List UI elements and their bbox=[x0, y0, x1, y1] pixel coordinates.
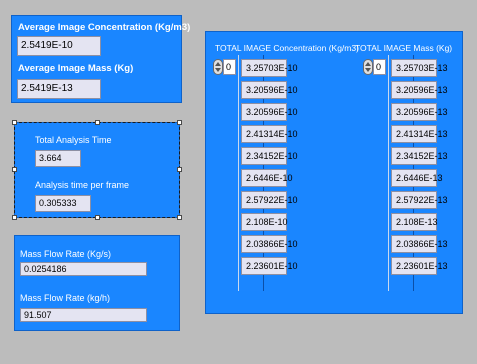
concentration-array-element[interactable]: 2.23601E-10 bbox=[241, 257, 298, 275]
avg-concentration-field[interactable]: 2.5419E-10 bbox=[17, 36, 101, 56]
flow-kgs-field[interactable]: 0.0254186 bbox=[20, 262, 147, 276]
selection-outline bbox=[14, 122, 180, 218]
concentration-array-element[interactable]: 3.25703E-10 bbox=[241, 59, 298, 77]
total-image-arrays-panel: TOTAL IMAGE Concentration (Kg/m3) TOTAL … bbox=[205, 31, 463, 314]
concentration-array-element[interactable]: 2.57922E-10 bbox=[241, 191, 298, 209]
resize-handle-bl[interactable] bbox=[12, 215, 17, 220]
mass-array-element[interactable]: 2.23601E-13 bbox=[391, 257, 448, 275]
mass-array-label: TOTAL IMAGE Mass (Kg) bbox=[355, 43, 453, 53]
mass-index-spinner[interactable] bbox=[363, 59, 373, 75]
resize-handle-bm[interactable] bbox=[95, 215, 100, 220]
resize-handle-tl[interactable] bbox=[12, 120, 17, 125]
mass-array-element[interactable]: 2.03866E-13 bbox=[391, 235, 448, 253]
concentration-array-element[interactable]: 3.20596E-10 bbox=[241, 81, 298, 99]
mass-array-element[interactable]: 3.20596E-13 bbox=[391, 103, 448, 121]
avg-mass-label: Average Image Mass (Kg) bbox=[18, 63, 134, 74]
concentration-index-field[interactable]: 0 bbox=[223, 59, 236, 75]
flow-kgs-label: Mass Flow Rate (Kg/s) bbox=[20, 249, 112, 259]
mass-array-element[interactable]: 2.6446E-13 bbox=[391, 169, 443, 187]
mass-array-element[interactable]: 3.25703E-13 bbox=[391, 59, 448, 77]
concentration-array-element[interactable]: 2.03866E-10 bbox=[241, 235, 298, 253]
average-results-panel: Average Image Concentration (Kg/m3) 2.54… bbox=[11, 15, 190, 103]
avg-mass-field[interactable]: 2.5419E-13 bbox=[17, 79, 101, 99]
concentration-array-label: TOTAL IMAGE Concentration (Kg/m3) bbox=[215, 43, 359, 53]
resize-handle-br[interactable] bbox=[177, 215, 182, 220]
flow-kgh-label: Mass Flow Rate (kg/h) bbox=[20, 293, 111, 303]
concentration-array-element[interactable]: 2.41314E-10 bbox=[241, 125, 298, 143]
concentration-array-element[interactable]: 3.20596E-10 bbox=[241, 103, 298, 121]
concentration-array-element[interactable]: 2.34152E-10 bbox=[241, 147, 298, 165]
mass-index-field[interactable]: 0 bbox=[373, 59, 386, 75]
concentration-array-element[interactable]: 2.6446E-10 bbox=[241, 169, 293, 187]
avg-concentration-label: Average Image Concentration (Kg/m3) bbox=[18, 22, 191, 33]
concentration-array-element[interactable]: 2.108E-10 bbox=[241, 213, 288, 231]
mass-array: 3.25703E-13 3.20596E-13 3.20596E-13 2.41314… bbox=[391, 59, 448, 275]
resize-handle-tr[interactable] bbox=[177, 120, 182, 125]
mass-array-element[interactable]: 2.34152E-13 bbox=[391, 147, 448, 165]
mass-array-element[interactable]: 2.41314E-13 bbox=[391, 125, 448, 143]
resize-handle-ml[interactable] bbox=[12, 167, 17, 172]
resize-handle-mr[interactable] bbox=[177, 167, 182, 172]
mass-array-element[interactable]: 2.57922E-13 bbox=[391, 191, 448, 209]
concentration-array: 3.25703E-10 3.20596E-10 3.20596E-10 2.41314… bbox=[241, 59, 298, 275]
mass-array-element[interactable]: 2.108E-13 bbox=[391, 213, 438, 231]
mass-array-element[interactable]: 3.20596E-13 bbox=[391, 81, 448, 99]
concentration-index-spinner[interactable] bbox=[213, 59, 223, 75]
flow-kgh-field[interactable]: 91.507 bbox=[20, 308, 147, 322]
resize-handle-tm[interactable] bbox=[95, 120, 100, 125]
mass-flow-panel: Mass Flow Rate (Kg/s) 0.0254186 Mass Flo… bbox=[14, 235, 180, 331]
